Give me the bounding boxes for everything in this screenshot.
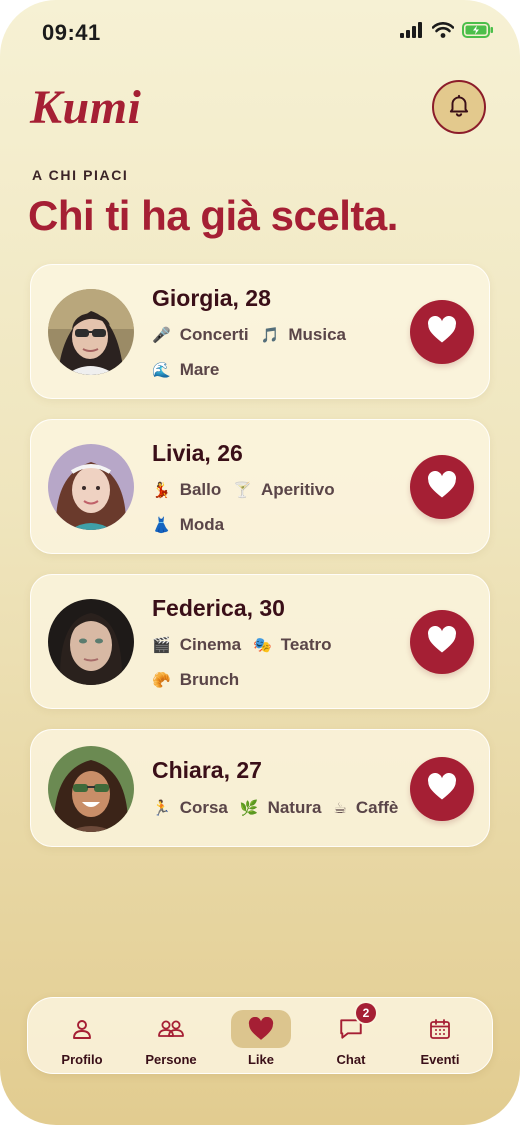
tag: 💃 Ballo [152, 480, 221, 500]
avatar-federica[interactable] [48, 599, 134, 685]
calendar-icon [410, 1010, 470, 1048]
tab-chat[interactable]: 2 Chat [311, 998, 391, 1075]
profile-name: Livia, 26 [152, 440, 243, 466]
tab-label: Chat [336, 1052, 366, 1067]
heart-icon [427, 625, 457, 659]
app-screen: 09:41 Kumi A CHI PIACI Chi ti ha già sce… [0, 0, 520, 1125]
avatar-livia[interactable] [48, 444, 134, 530]
profile-card-chiara[interactable]: Chiara, 27 🏃 Corsa 🌿 Natura ☕ Caffè [30, 729, 490, 847]
dancer-icon: 💃 [152, 481, 171, 499]
tags-row: 🌊 Mare [152, 360, 231, 380]
status-bar: 09:41 [0, 0, 520, 66]
heart-icon [427, 772, 457, 806]
tag: 🎬 Cinema [152, 635, 241, 655]
tag: 🌿 Natura [240, 798, 322, 818]
tags-row: 🥐 Brunch [152, 670, 251, 690]
tag: 👗 Moda [152, 515, 224, 535]
tag: 🏃 Corsa [152, 798, 228, 818]
tags-row: 🏃 Corsa 🌿 Natura ☕ Caffè [152, 798, 410, 818]
clapper-icon: 🎬 [152, 636, 171, 654]
tags-row: 💃 Ballo 🍸 Aperitivo [152, 480, 347, 500]
tag-label: Caffè [355, 798, 399, 817]
tag-label: Brunch [179, 670, 240, 689]
notifications-button[interactable] [432, 80, 486, 134]
tag-label: Teatro [280, 635, 332, 654]
theater-masks-icon: 🎭 [253, 636, 272, 654]
tab-bar: Profilo Persone Like 2 Chat Eventi [27, 997, 493, 1074]
tab-label: Persone [145, 1052, 197, 1067]
wave-icon: 🌊 [152, 361, 171, 379]
tag-label: Aperitivo [260, 480, 335, 499]
profile-name: Giorgia, 28 [152, 285, 271, 311]
tag-label: Musica [288, 325, 346, 344]
tab-eventi[interactable]: Eventi [400, 998, 480, 1075]
section-eyebrow: A CHI PIACI [32, 167, 129, 183]
profile-card-giorgia[interactable]: Giorgia, 28 🎤 Concerti 🎵 Musica 🌊 Mare [30, 264, 490, 399]
people-icon [141, 1010, 201, 1048]
tag: ☕ Caffè [333, 798, 398, 818]
profile-card-federica[interactable]: Federica, 30 🎬 Cinema 🎭 Teatro 🥐 Brunch [30, 574, 490, 709]
microphone-icon: 🎤 [152, 326, 171, 344]
tag-label: Mare [179, 360, 220, 379]
avatar-chiara[interactable] [48, 746, 134, 832]
wifi-icon [431, 22, 455, 43]
page-title: Chi ti ha già scelta. [28, 192, 398, 239]
bell-icon [446, 92, 472, 123]
tag: 🎭 Teatro [253, 635, 331, 655]
tags-row: 🎤 Concerti 🎵 Musica [152, 325, 358, 345]
profile-card-livia[interactable]: Livia, 26 💃 Ballo 🍸 Aperitivo 👗 Moda [30, 419, 490, 554]
status-icons [400, 22, 494, 43]
tab-like[interactable]: Like [221, 998, 301, 1075]
tab-label: Like [247, 1052, 274, 1067]
tag: 🎵 Musica [261, 325, 346, 345]
status-time: 09:41 [42, 20, 101, 45]
music-note-icon: 🎵 [260, 326, 280, 344]
like-button[interactable] [410, 610, 474, 674]
chat-unread-badge: 2 [356, 1003, 376, 1023]
coffee-icon: ☕ [333, 799, 347, 817]
like-button[interactable] [410, 300, 474, 364]
tag-label: Moda [179, 515, 225, 534]
like-button[interactable] [410, 757, 474, 821]
tab-profilo[interactable]: Profilo [42, 998, 122, 1075]
croissant-icon: 🥐 [152, 671, 171, 689]
tags-row: 🎬 Cinema 🎭 Teatro [152, 635, 344, 655]
heart-icon [427, 470, 457, 504]
tab-persone[interactable]: Persone [131, 998, 211, 1075]
avatar-giorgia[interactable] [48, 289, 134, 375]
tag: 🌊 Mare [152, 360, 219, 380]
runner-icon: 🏃 [152, 799, 171, 817]
cocktail-icon: 🍸 [233, 481, 252, 499]
tags-row: 👗 Moda [152, 515, 236, 535]
battery-icon [462, 22, 494, 43]
tag: 🎤 Concerti [152, 325, 249, 345]
dress-icon: 👗 [152, 516, 171, 534]
tag-label: Natura [267, 798, 322, 817]
herb-icon: 🌿 [239, 799, 259, 817]
signal-icon [400, 22, 424, 43]
tag-label: Concerti [179, 325, 249, 344]
profile-name: Federica, 30 [152, 595, 285, 621]
tag-label: Corsa [179, 798, 228, 817]
tag-label: Ballo [179, 480, 222, 499]
tab-label: Eventi [420, 1052, 460, 1067]
brand-logo: Kumi [30, 81, 142, 134]
like-button[interactable] [410, 455, 474, 519]
tab-label: Profilo [61, 1052, 103, 1067]
tag: 🥐 Brunch [152, 670, 239, 690]
heart-icon [427, 315, 457, 349]
person-icon [52, 1010, 112, 1048]
heart-icon [231, 1010, 291, 1048]
tag-label: Cinema [179, 635, 242, 654]
tag: 🍸 Aperitivo [233, 480, 334, 500]
profile-name: Chiara, 27 [152, 757, 262, 783]
